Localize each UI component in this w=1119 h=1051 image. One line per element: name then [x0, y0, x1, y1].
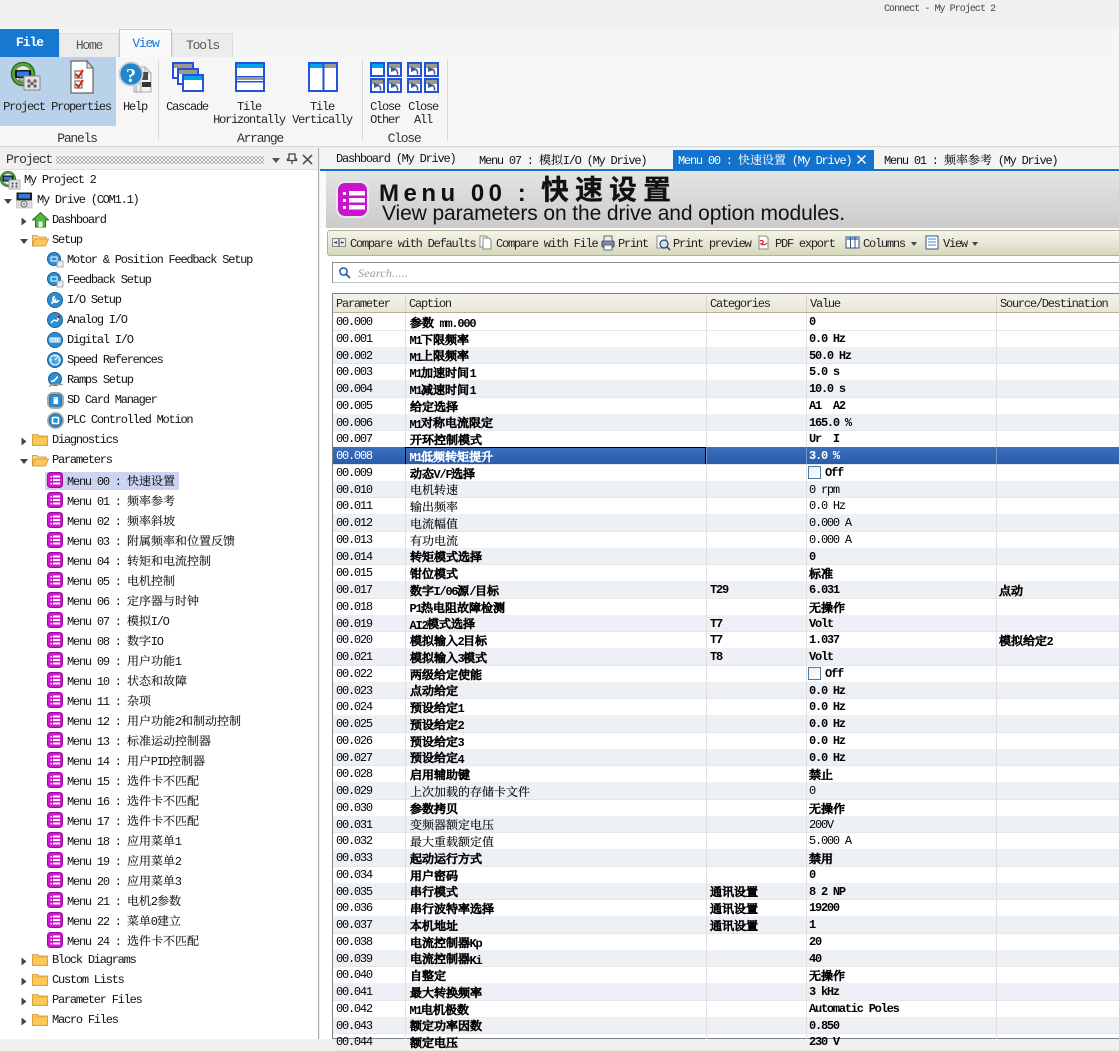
svg-text:?: ? — [126, 65, 136, 87]
svg-text:1010: 1010 — [50, 338, 61, 344]
